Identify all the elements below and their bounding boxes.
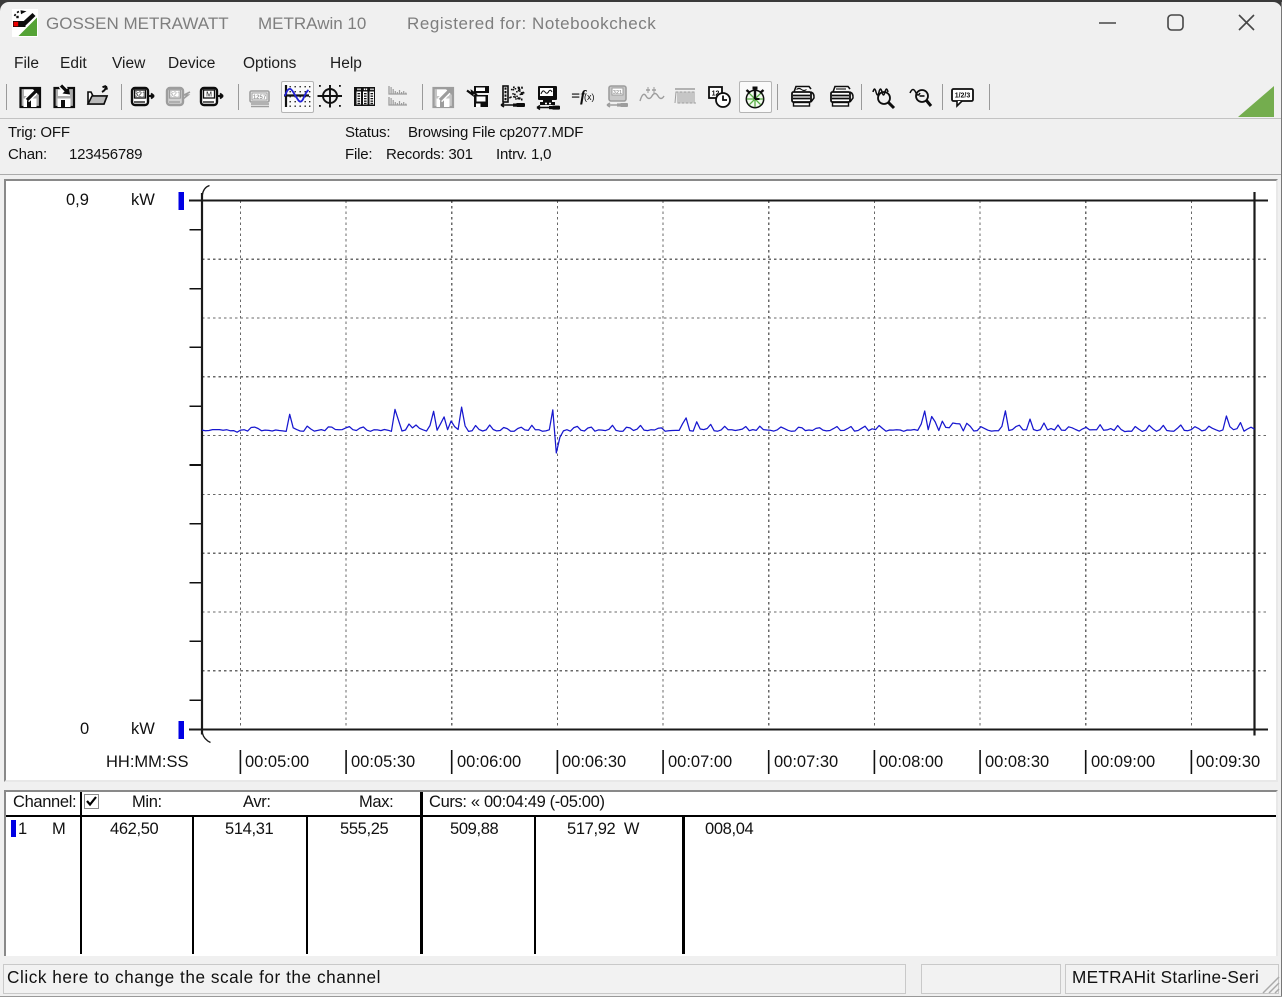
svg-text:1257: 1257 [253, 95, 267, 101]
svg-text:321: 321 [613, 90, 622, 96]
svg-text:321: 321 [134, 91, 146, 98]
svg-text:(x): (x) [584, 92, 595, 102]
svg-text:321: 321 [169, 91, 181, 98]
svg-text:1/2/3: 1/2/3 [955, 93, 971, 100]
svg-text:M: M [206, 91, 212, 98]
